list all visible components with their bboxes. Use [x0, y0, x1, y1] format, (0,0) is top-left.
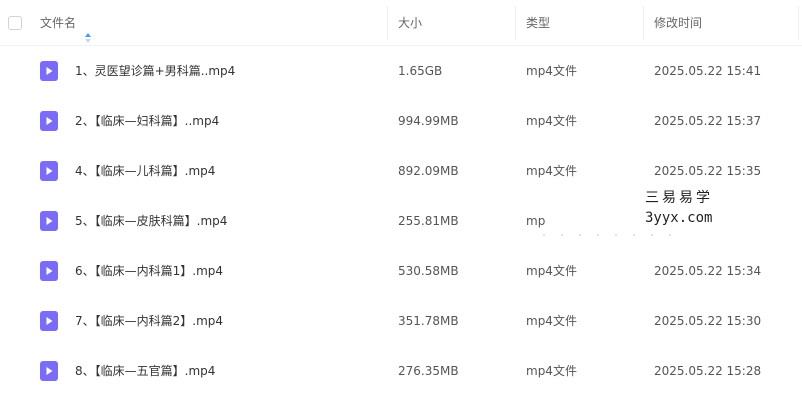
watermark: 三易易学 3yyx.com: [643, 188, 715, 228]
file-row[interactable]: 2、【临床—妇科篇】..mp4 994.99MB mp4文件 2025.05.2…: [0, 96, 802, 146]
select-all-checkbox[interactable]: [8, 16, 22, 30]
file-row[interactable]: 6、【临床—内科篇1】.mp4 530.58MB mp4文件 2025.05.2…: [0, 246, 802, 296]
video-file-icon: [40, 161, 58, 181]
video-file-icon: [40, 111, 58, 131]
file-name[interactable]: 7、【临床—内科篇2】.mp4: [75, 296, 223, 346]
file-modified-time: 2025.05.22 15:34: [654, 264, 762, 278]
video-file-icon: [40, 311, 58, 331]
file-type: mp4文件: [526, 164, 577, 178]
file-list-header: 文件名 大小 类型 修改时间: [0, 0, 802, 46]
file-row[interactable]: 7、【临床—内科篇2】.mp4 351.78MB mp4文件 2025.05.2…: [0, 296, 802, 346]
file-size: 276.35MB: [398, 364, 459, 378]
video-file-icon: [40, 261, 58, 281]
file-size: 351.78MB: [398, 314, 459, 328]
file-name[interactable]: 1、灵医望诊篇+男科篇..mp4: [75, 46, 235, 96]
file-modified-time: 2025.05.22 15:30: [654, 314, 762, 328]
file-modified-time: 2025.05.22 15:37: [654, 114, 762, 128]
column-header-size[interactable]: 大小: [398, 0, 422, 46]
file-name[interactable]: 6、【临床—内科篇1】.mp4: [75, 246, 223, 296]
column-divider[interactable]: [387, 6, 388, 40]
video-file-icon: [40, 211, 58, 231]
column-header-time[interactable]: 修改时间: [654, 0, 702, 46]
file-name[interactable]: 4、【临床—儿科篇】.mp4: [75, 146, 215, 196]
file-type: mp4文件: [526, 364, 577, 378]
file-size: 892.09MB: [398, 164, 459, 178]
column-header-name[interactable]: 文件名: [40, 0, 92, 46]
column-divider[interactable]: [643, 6, 644, 40]
file-name[interactable]: 5、【临床—皮肤科篇】.mp4: [75, 196, 227, 246]
video-file-icon: [40, 361, 58, 381]
file-size: 1.65GB: [398, 64, 443, 78]
column-divider[interactable]: [515, 6, 516, 40]
file-modified-time: 2025.05.22 15:41: [654, 64, 762, 78]
file-size: 530.58MB: [398, 264, 459, 278]
column-header-type[interactable]: 类型: [526, 0, 550, 46]
file-row[interactable]: 1、灵医望诊篇+男科篇..mp4 1.65GB mp4文件 2025.05.22…: [0, 46, 802, 96]
file-type: mp4文件: [526, 64, 577, 78]
file-modified-time: 2025.05.22 15:28: [654, 364, 762, 378]
file-type: mp4文件: [526, 264, 577, 278]
sort-icon[interactable]: [84, 17, 92, 43]
file-row[interactable]: 8、【临床—五官篇】.mp4 276.35MB mp4文件 2025.05.22…: [0, 346, 802, 396]
file-name[interactable]: 2、【临床—妇科篇】..mp4: [75, 96, 219, 146]
video-file-icon: [40, 61, 58, 81]
file-size: 255.81MB: [398, 214, 459, 228]
watermark-title: 三易易学: [645, 190, 713, 206]
watermark-dots: [543, 234, 671, 236]
file-type: mp: [526, 214, 546, 228]
column-divider[interactable]: [798, 6, 799, 40]
file-name[interactable]: 8、【临床—五官篇】.mp4: [75, 346, 215, 396]
watermark-url: 3yyx.com: [645, 210, 713, 226]
file-type: mp4文件: [526, 314, 577, 328]
column-header-name-label: 文件名: [40, 16, 77, 30]
file-type: mp4文件: [526, 114, 577, 128]
file-size: 994.99MB: [398, 114, 459, 128]
